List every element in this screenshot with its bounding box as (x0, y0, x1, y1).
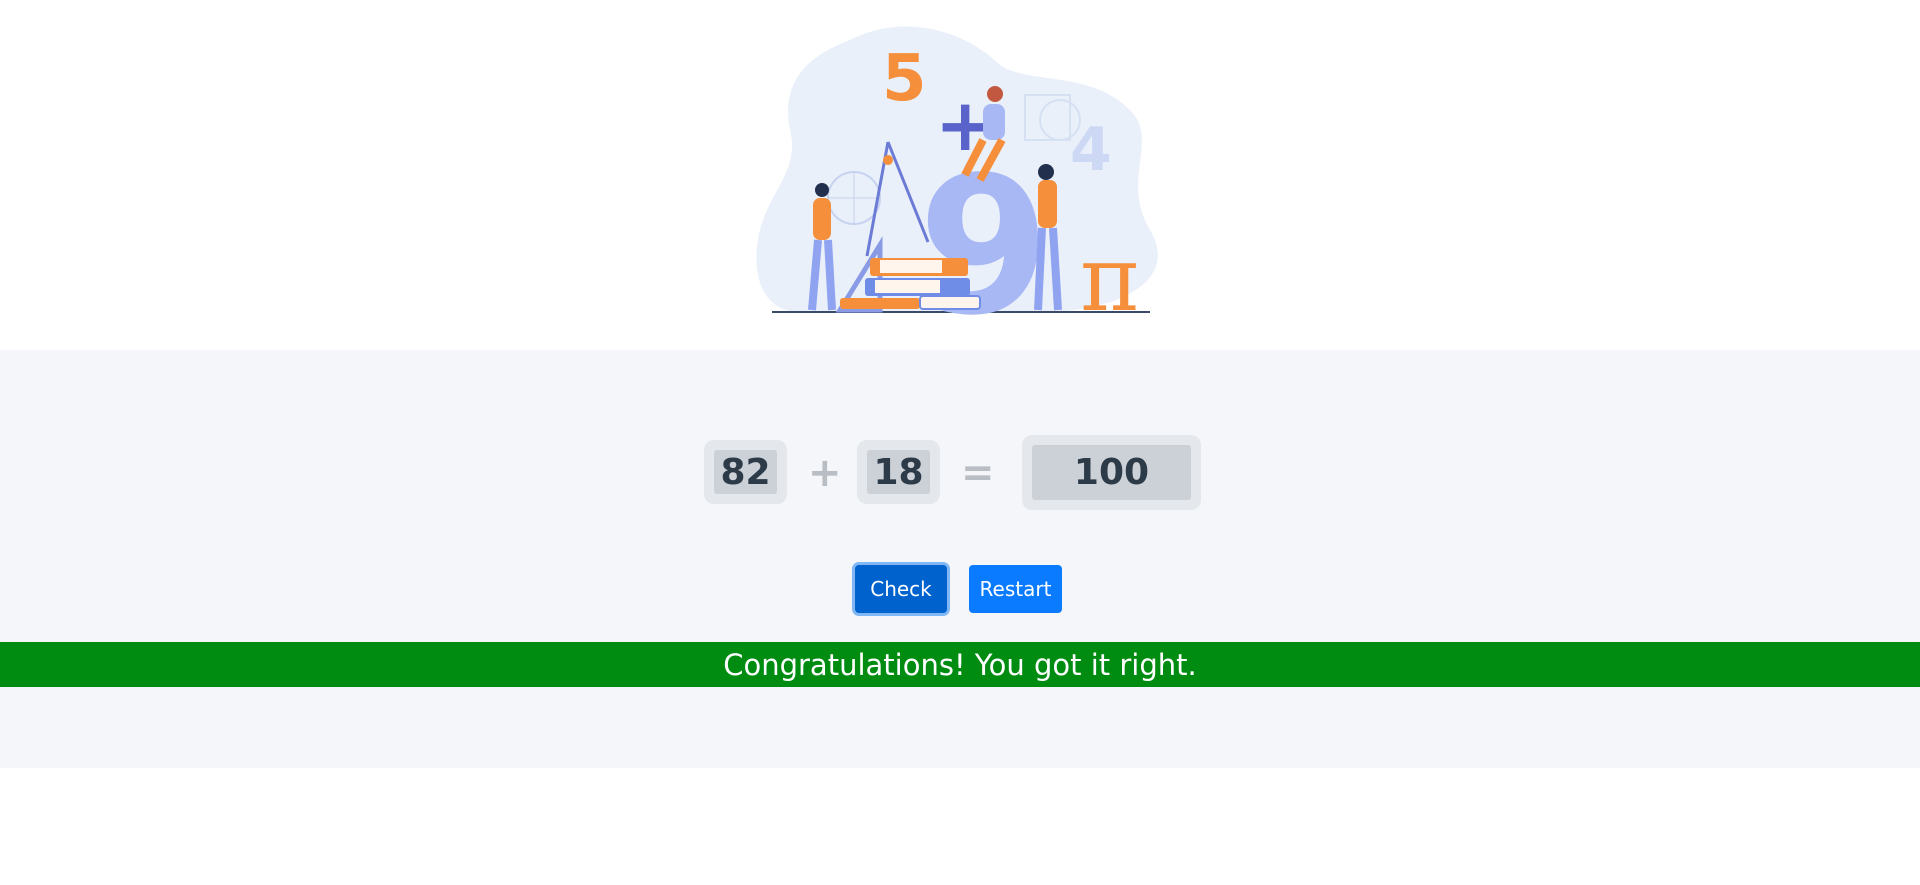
answer-input[interactable]: 100 (1032, 445, 1191, 500)
success-banner: Congratulations! You got it right. (0, 642, 1920, 687)
operand-1-box: 82 (704, 440, 787, 504)
answer-box: 100 (1022, 435, 1201, 510)
operand-2-value: 18 (867, 450, 930, 494)
equation-row: 82 + 18 = 100 (0, 435, 1920, 515)
restart-button[interactable]: Restart (969, 565, 1062, 613)
operand-1-value: 82 (714, 450, 777, 494)
pi-symbol: π (1080, 227, 1139, 320)
operand-2-box: 18 (857, 440, 940, 504)
plus-operator: + (808, 450, 842, 496)
quiz-panel (0, 350, 1920, 768)
hero-section: 5 4 9 + π (0, 0, 1920, 350)
digit-5: 5 (882, 42, 927, 116)
check-button[interactable]: Check (855, 565, 947, 613)
digit-4: 4 (1070, 115, 1112, 185)
math-illustration-icon: 5 4 9 + π (756, 26, 1158, 320)
equals-operator: = (961, 450, 995, 496)
